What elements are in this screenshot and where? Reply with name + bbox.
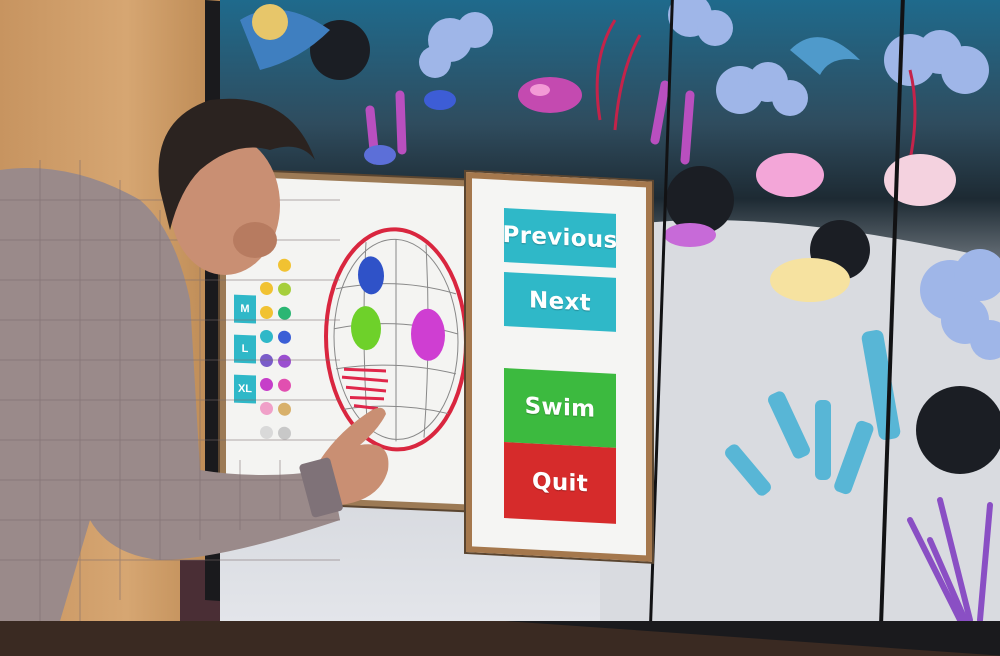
person-figure [0,98,389,621]
quit-button[interactable]: Quit [504,441,616,524]
next-button[interactable]: Next [504,271,616,332]
previous-button[interactable]: Previous [503,207,617,268]
swim-button[interactable]: Swim [504,367,616,448]
menu-panel: Previous Next Swim Quit [466,172,652,562]
